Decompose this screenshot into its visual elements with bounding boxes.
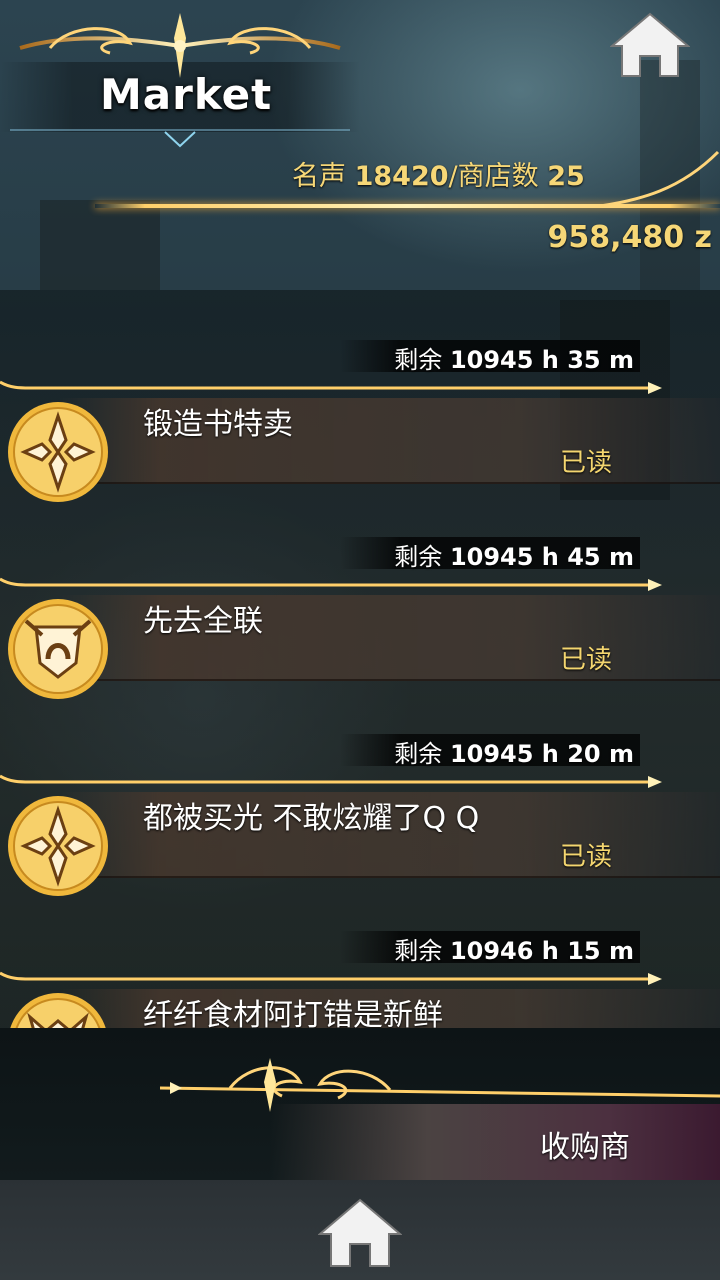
list-item[interactable]: 剩余 10946 h 15 m 纤纤食材阿打错是新鲜 [0,881,720,1028]
reputation-value: 18420 [354,161,449,192]
shop-count-value: 25 [547,161,585,192]
list-item[interactable]: 剩余 10945 h 20 m 都被买光 不敢炫耀了Q Q 已读 [0,684,720,896]
remaining-label: 剩余 [394,740,443,768]
home-icon[interactable] [610,10,690,80]
remaining-label: 剩余 [394,346,443,374]
buyer-tab-label[interactable]: 收购商 [540,1122,630,1166]
remaining-time: 剩余 10945 h 35 m [394,340,634,375]
item-divider [0,774,662,788]
item-divider [0,971,662,985]
message-title: 锻造书特卖 [143,407,293,442]
reputation-shop-count: 名声 18420/商店数 25 [292,154,585,193]
bottom-ornament [160,1058,720,1112]
background-building [40,200,160,290]
remaining-time: 剩余 10946 h 15 m [394,931,634,966]
remaining-time: 剩余 10945 h 45 m [394,537,634,572]
shop-count-label: /商店数 [448,161,539,192]
money-balance: 958,480 z [547,220,712,255]
message-title: 都被买光 不敢炫耀了Q Q [143,801,480,836]
read-status: 已读 [560,645,613,675]
page-title: Market [100,70,273,119]
reputation-label: 名声 [292,161,346,192]
message-title: 纤纤食材阿打错是新鲜 [143,998,443,1029]
food-emblem-icon [10,993,106,1028]
remaining-label: 剩余 [394,937,443,965]
remaining-value: 10945 h 20 m [449,740,634,768]
read-status: 已读 [560,448,613,478]
message-list[interactable]: 剩余 10945 h 35 m 锻造书特卖 已读 剩余 10945 h 45 m [0,290,720,1028]
remaining-value: 10946 h 15 m [449,937,634,965]
list-item[interactable]: 剩余 10945 h 45 m 先去全联 已读 [0,487,720,699]
item-divider [0,577,662,591]
home-icon[interactable] [318,1196,402,1270]
header-corner-ornament [600,150,720,208]
remaining-time: 剩余 10945 h 20 m [394,734,634,769]
list-item[interactable]: 剩余 10945 h 35 m 锻造书特卖 已读 [0,290,720,502]
remaining-value: 10945 h 35 m [449,346,634,374]
message-title: 先去全联 [143,604,263,639]
remaining-label: 剩余 [394,543,443,571]
remaining-value: 10945 h 45 m [449,543,634,571]
item-divider [0,380,662,394]
read-status: 已读 [560,842,613,872]
